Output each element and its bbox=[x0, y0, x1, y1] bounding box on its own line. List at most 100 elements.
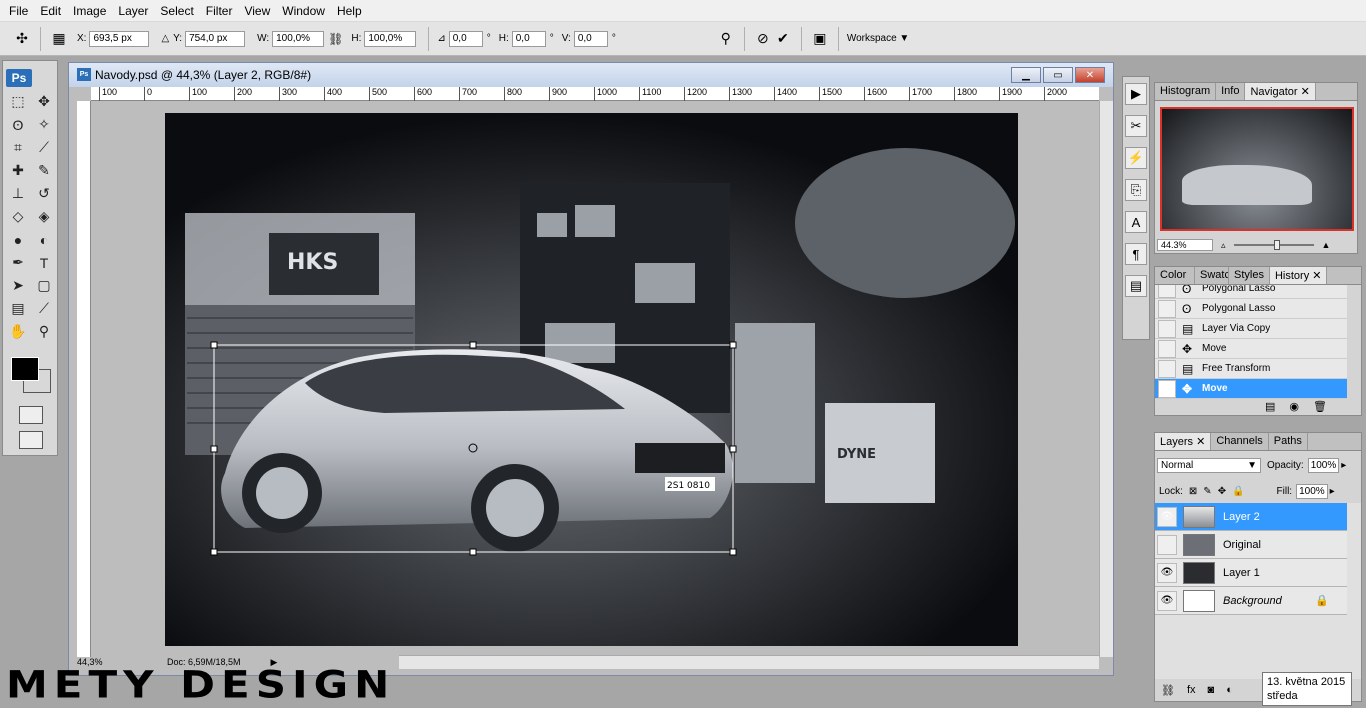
stamp-tool-icon[interactable]: ⊥ bbox=[6, 183, 30, 204]
foreground-color-swatch[interactable] bbox=[11, 357, 39, 381]
lasso-tool-icon[interactable]: ʘ bbox=[6, 114, 30, 135]
vertical-ruler[interactable] bbox=[77, 101, 91, 657]
adjustment-layer-icon[interactable]: ◐ bbox=[1226, 684, 1233, 697]
eye-icon[interactable]: 👁 bbox=[1157, 590, 1177, 611]
workspace-menu[interactable]: Workspace ▼ bbox=[847, 33, 910, 44]
brush-tool-icon[interactable]: ✎ bbox=[32, 160, 56, 181]
actions-icon[interactable]: ▶ bbox=[1125, 83, 1147, 105]
eyedropper-icon[interactable]: ⟋ bbox=[32, 298, 56, 319]
menu-image[interactable]: Image bbox=[67, 4, 112, 18]
vertical-scrollbar[interactable] bbox=[1099, 101, 1113, 657]
reference-point-icon[interactable]: ▦ bbox=[49, 29, 69, 49]
menu-help[interactable]: Help bbox=[331, 4, 368, 18]
opacity-arrow-icon[interactable]: ▸ bbox=[1341, 460, 1346, 471]
history-item[interactable]: ✥ Move bbox=[1155, 339, 1347, 359]
tab-channels[interactable]: Channels bbox=[1211, 433, 1269, 450]
screen-mode-icon[interactable] bbox=[19, 431, 43, 449]
horizontal-scrollbar[interactable] bbox=[399, 655, 1099, 669]
horizontal-ruler[interactable]: 100 0 100 200 300 400 500 600 700 800 90… bbox=[91, 87, 1099, 101]
height-field[interactable]: 100,0% bbox=[364, 30, 417, 47]
menu-layer[interactable]: Layer bbox=[112, 4, 154, 18]
trash-icon[interactable]: 🗑 bbox=[1313, 400, 1327, 413]
eraser-tool-icon[interactable]: ◇ bbox=[6, 206, 30, 227]
notes-icon[interactable]: ▤ bbox=[1125, 275, 1147, 297]
new-snapshot-icon[interactable]: ◉ bbox=[1289, 400, 1299, 413]
vskew-field[interactable]: 0,0 bbox=[573, 30, 608, 47]
link-layers-icon[interactable]: ⛓ bbox=[1161, 684, 1175, 697]
healing-brush-icon[interactable]: ✚ bbox=[6, 160, 30, 181]
bridge-icon[interactable]: ▣ bbox=[810, 29, 830, 49]
angle-field[interactable]: 0,0 bbox=[448, 30, 483, 47]
width-field[interactable]: 100,0% bbox=[272, 30, 325, 47]
maximize-button[interactable]: ▭ bbox=[1043, 67, 1073, 83]
lock-transparent-icon[interactable]: ⊠ bbox=[1189, 486, 1197, 497]
lock-all-icon[interactable]: 🔒 bbox=[1232, 486, 1244, 497]
add-mask-icon[interactable]: ◙ bbox=[1208, 684, 1215, 697]
lock-position-icon[interactable]: ✥ bbox=[1218, 486, 1226, 497]
clone-source-icon[interactable]: ⎘ bbox=[1125, 179, 1147, 201]
blend-mode-select[interactable]: Normal ▼ bbox=[1157, 457, 1261, 473]
tab-info[interactable]: Info bbox=[1216, 83, 1246, 100]
cancel-transform-icon[interactable]: ⊘ bbox=[753, 29, 773, 49]
tab-layers[interactable]: Layers ✕ bbox=[1155, 433, 1212, 450]
y-field[interactable]: 754,0 px bbox=[185, 30, 246, 47]
crop-tool-icon[interactable]: ⌗ bbox=[6, 137, 30, 158]
quick-mask-icon[interactable] bbox=[19, 406, 43, 424]
hand-tool-icon[interactable]: ✋ bbox=[6, 321, 30, 342]
move-tool-icon[interactable]: ✥ bbox=[32, 91, 56, 112]
menu-select[interactable]: Select bbox=[154, 4, 199, 18]
history-brush-icon[interactable]: ↺ bbox=[32, 183, 56, 204]
history-item-active[interactable]: ✥ Move bbox=[1155, 379, 1347, 399]
tab-navigator[interactable]: Navigator ✕ bbox=[1245, 83, 1316, 100]
pen-tool-icon[interactable]: ✒ bbox=[6, 252, 30, 273]
fill-arrow-icon[interactable]: ▸ bbox=[1330, 486, 1335, 497]
layer-row[interactable]: 👁 Layer 1 bbox=[1155, 559, 1347, 587]
magic-wand-icon[interactable]: ✧ bbox=[32, 114, 56, 135]
brushes-icon[interactable]: ⚡ bbox=[1125, 147, 1147, 169]
character-icon[interactable]: A bbox=[1125, 211, 1147, 233]
history-item[interactable]: ʘ Polygonal Lasso bbox=[1155, 299, 1347, 319]
type-tool-icon[interactable]: T bbox=[32, 252, 56, 273]
x-field[interactable]: 693,5 px bbox=[89, 30, 150, 47]
commit-transform-icon[interactable]: ✔ bbox=[773, 29, 793, 49]
zoom-tool-icon[interactable]: ⚲ bbox=[32, 321, 56, 342]
link-icon[interactable]: ⛓ bbox=[328, 32, 343, 46]
history-item[interactable]: ▤ Free Transform bbox=[1155, 359, 1347, 379]
path-select-icon[interactable]: ➤ bbox=[6, 275, 30, 296]
tool-presets-icon[interactable]: ✂ bbox=[1125, 115, 1147, 137]
menu-view[interactable]: View bbox=[238, 4, 276, 18]
tab-paths[interactable]: Paths bbox=[1269, 433, 1308, 450]
fx-icon[interactable]: fx bbox=[1187, 684, 1196, 697]
dodge-tool-icon[interactable]: ◐ bbox=[32, 229, 56, 250]
blur-tool-icon[interactable]: ● bbox=[6, 229, 30, 250]
tab-color[interactable]: Color bbox=[1155, 267, 1195, 284]
document-title-bar[interactable]: Ps Navody.psd @ 44,3% (Layer 2, RGB/8#) … bbox=[69, 63, 1113, 87]
history-item[interactable]: ʘ Polygonal Lasso bbox=[1155, 285, 1347, 299]
layer-row[interactable]: 👁 Layer 2 bbox=[1155, 503, 1347, 531]
navigator-preview[interactable] bbox=[1160, 107, 1354, 231]
new-document-from-state-icon[interactable]: ▤ bbox=[1265, 400, 1275, 413]
paragraph-icon[interactable]: ¶ bbox=[1125, 243, 1147, 265]
hskew-field[interactable]: 0,0 bbox=[511, 30, 546, 47]
layer-row[interactable]: 👁 Background 🔒 bbox=[1155, 587, 1347, 615]
lock-paint-icon[interactable]: ✎ bbox=[1203, 486, 1211, 497]
menu-filter[interactable]: Filter bbox=[200, 4, 239, 18]
menu-edit[interactable]: Edit bbox=[34, 4, 67, 18]
history-item[interactable]: ▤ Layer Via Copy bbox=[1155, 319, 1347, 339]
fill-field[interactable]: 100% bbox=[1296, 483, 1328, 499]
layer-row[interactable]: Original bbox=[1155, 531, 1347, 559]
notes-tool-icon[interactable]: ▤ bbox=[6, 298, 30, 319]
close-button[interactable]: ✕ bbox=[1075, 67, 1105, 83]
tab-styles[interactable]: Styles bbox=[1229, 267, 1270, 284]
tab-histogram[interactable]: Histogram bbox=[1155, 83, 1217, 100]
bucket-tool-icon[interactable]: ◈ bbox=[32, 206, 56, 227]
eye-icon[interactable]: 👁 bbox=[1157, 562, 1177, 583]
shape-tool-icon[interactable]: ▢ bbox=[32, 275, 56, 296]
zoom-out-icon[interactable]: ▵ bbox=[1221, 240, 1226, 251]
warp-icon[interactable]: ⚲ bbox=[716, 29, 736, 49]
move-tool-preset-icon[interactable]: ✣ bbox=[12, 29, 32, 49]
tab-history[interactable]: History ✕ bbox=[1269, 267, 1328, 284]
eye-hidden-icon[interactable] bbox=[1157, 534, 1177, 555]
image-canvas[interactable]: HKS DYNE 2S1 0810 bbox=[165, 113, 1018, 646]
slice-tool-icon[interactable]: ⟋ bbox=[32, 137, 56, 158]
